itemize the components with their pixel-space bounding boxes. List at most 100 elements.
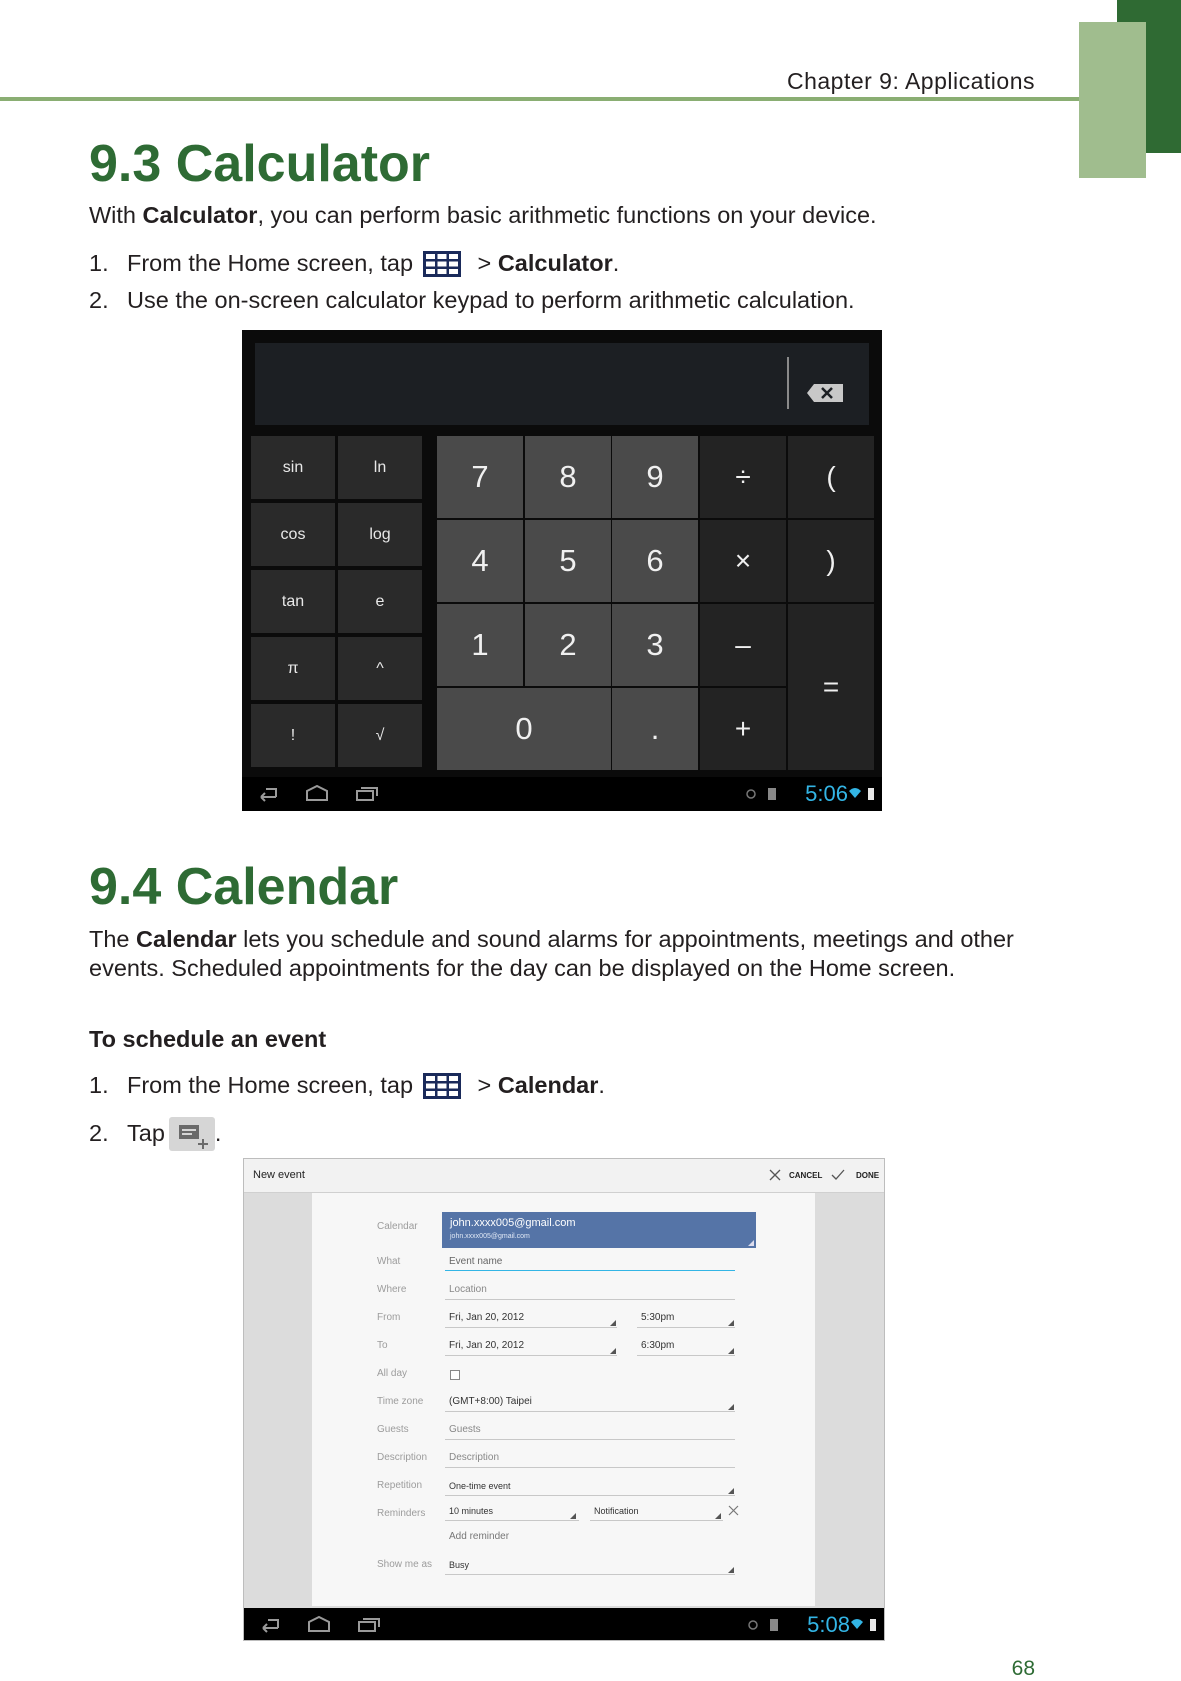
calc-key-number[interactable]: 8 <box>525 436 611 518</box>
new-event-form: Calendar john.xxxx005@gmail.com john.xxx… <box>312 1193 815 1606</box>
calc-key-advanced[interactable]: log <box>338 503 422 566</box>
step-bold: Calculator <box>497 250 613 276</box>
gps-icon <box>746 789 756 799</box>
calc-key-operator[interactable]: ) <box>788 520 874 602</box>
calc-key-advanced[interactable]: ^ <box>338 637 422 700</box>
calc-key-advanced[interactable]: π <box>251 637 335 700</box>
calc-key-number[interactable]: 4 <box>437 520 523 602</box>
calc-key-operator[interactable]: ( <box>788 436 874 518</box>
step-bold: Calendar <box>497 1072 599 1098</box>
calculator-intro-prefix: With <box>89 202 143 228</box>
show-me-as-select[interactable]: Busy <box>449 1560 469 1570</box>
calc-key-advanced[interactable]: ! <box>251 704 335 767</box>
from-time-underline <box>637 1327 735 1328</box>
time-zone-select[interactable]: (GMT+8:00) Taipei <box>449 1396 532 1407</box>
reminder-method-underline <box>590 1520 723 1521</box>
calc-key-number[interactable]: 6 <box>612 520 698 602</box>
reminder-method-select[interactable]: Notification <box>594 1506 639 1516</box>
cancel-button[interactable]: CANCEL <box>789 1171 822 1180</box>
status-clock: 5:08 <box>807 1612 850 1637</box>
calc-key-number[interactable]: 5 <box>525 520 611 602</box>
step-separator: > <box>471 250 498 276</box>
battery-icon <box>868 788 874 800</box>
sd-card-icon <box>770 1619 778 1631</box>
home-icon[interactable] <box>306 1614 332 1634</box>
recent-apps-icon[interactable] <box>354 783 380 803</box>
calc-key-operator[interactable]: = <box>788 604 874 770</box>
to-time-select[interactable]: 6:30pm <box>641 1340 674 1351</box>
calc-key-operator[interactable]: × <box>700 520 786 602</box>
step-number: 1. <box>89 250 109 276</box>
calendar-intro: The Calendar lets you schedule and sound… <box>89 925 1039 983</box>
backspace-icon[interactable] <box>807 384 843 402</box>
calc-key-number[interactable]: 0 <box>437 688 611 770</box>
wifi-icon <box>851 1619 863 1629</box>
recent-apps-icon[interactable] <box>356 1614 382 1634</box>
label-guests: Guests <box>377 1424 409 1435</box>
calc-key-operator[interactable]: – <box>700 604 786 686</box>
header-rule <box>0 97 1079 101</box>
cancel-icon[interactable] <box>769 1169 781 1181</box>
system-navbar: 5:08 <box>244 1608 884 1640</box>
calculator-intro: With Calculator, you can perform basic a… <box>89 201 1029 230</box>
display-divider <box>787 357 789 409</box>
to-date-underline <box>445 1355 617 1356</box>
back-icon[interactable] <box>256 1614 282 1634</box>
add-reminder-button[interactable]: Add reminder <box>449 1531 509 1542</box>
calc-key-number[interactable]: 1 <box>437 604 523 686</box>
apps-grid-icon <box>423 251 462 277</box>
calc-key-advanced[interactable]: tan <box>251 570 335 633</box>
event-name-input[interactable]: Event name <box>449 1256 502 1267</box>
dropdown-corner-icon <box>728 1488 734 1494</box>
calc-key-operator[interactable]: + <box>700 688 786 770</box>
done-check-icon[interactable] <box>831 1169 845 1181</box>
home-icon[interactable] <box>304 783 330 803</box>
dropdown-corner-icon <box>715 1513 721 1519</box>
label-where: Where <box>377 1284 407 1295</box>
back-icon[interactable] <box>254 783 280 803</box>
label-repetition: Repetition <box>377 1480 423 1491</box>
event-name-underline <box>445 1270 735 1271</box>
calc-key-number[interactable]: 7 <box>437 436 523 518</box>
calendar-intro-bold: Calendar <box>136 926 237 952</box>
from-date-select[interactable]: Fri, Jan 20, 2012 <box>449 1312 524 1323</box>
calculator-screenshot: 5:06 sin ln cos log tan e π ^! √ 7 8 9 4 5 6 1 2 3 0. ÷(×) –… <box>242 330 882 811</box>
done-button[interactable]: DONE <box>856 1171 879 1180</box>
calendar-section-title: 9.4 Calendar <box>89 858 399 916</box>
calendar-step-2: 2. Tap . <box>89 1117 221 1151</box>
remove-reminder-icon[interactable] <box>728 1505 739 1516</box>
to-date-select[interactable]: Fri, Jan 20, 2012 <box>449 1340 524 1351</box>
step-text: Use the on-screen calculator keypad to p… <box>127 287 855 313</box>
from-time-select[interactable]: 5:30pm <box>641 1312 674 1323</box>
label-description: Description <box>377 1452 428 1463</box>
time-zone-underline <box>445 1411 735 1412</box>
calc-key-advanced[interactable]: cos <box>251 503 335 566</box>
calc-key-advanced[interactable]: sin <box>251 436 335 499</box>
calc-key-number[interactable]: 2 <box>525 604 611 686</box>
gps-icon <box>748 1620 758 1630</box>
dropdown-corner-icon <box>728 1348 734 1354</box>
calendar-intro-prefix: The <box>89 926 137 952</box>
calc-key-operator[interactable]: ÷ <box>700 436 786 518</box>
reminder-time-select[interactable]: 10 minutes <box>449 1506 493 1516</box>
calc-key-number[interactable]: . <box>612 688 698 770</box>
step-suffix: . <box>612 250 620 276</box>
new-event-icon <box>168 1117 215 1151</box>
calc-key-number[interactable]: 3 <box>612 604 698 686</box>
new-event-title: New event <box>253 1169 305 1181</box>
calc-key-advanced[interactable]: e <box>338 570 422 633</box>
calendar-account-select[interactable]: john.xxxx005@gmail.com john.xxxx005@gmai… <box>442 1212 756 1248</box>
label-all-day: All day <box>377 1368 408 1379</box>
chapter-header: Chapter 9: Applications <box>786 68 1035 94</box>
repetition-select[interactable]: One-time event <box>449 1481 511 1491</box>
calc-key-advanced[interactable]: ln <box>338 436 422 499</box>
guests-input[interactable]: Guests <box>449 1424 481 1435</box>
dropdown-corner-icon <box>728 1404 734 1410</box>
all-day-checkbox[interactable] <box>450 1370 460 1380</box>
calc-key-advanced[interactable]: √ <box>338 704 422 767</box>
label-to: To <box>377 1340 388 1351</box>
location-input[interactable]: Location <box>449 1284 487 1295</box>
description-input[interactable]: Description <box>449 1452 499 1463</box>
calc-key-number[interactable]: 9 <box>612 436 698 518</box>
calculator-section-title: 9.3 Calculator <box>89 135 431 193</box>
